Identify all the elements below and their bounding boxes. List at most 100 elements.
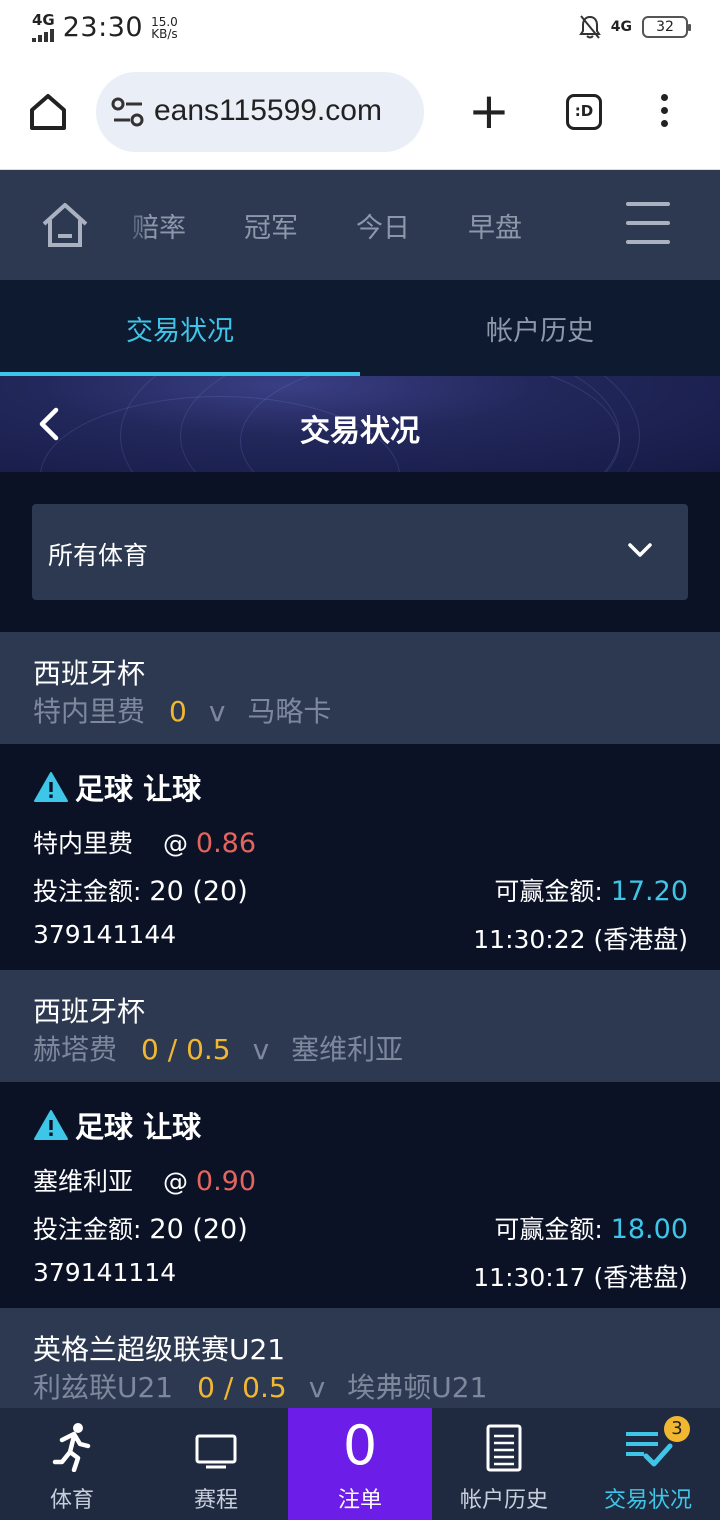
tab-trade-status[interactable]: 交易状况 [0, 280, 360, 376]
signal-icon [32, 28, 55, 42]
match-line: 利兹联U21 0 / 0.5 v 埃弗顿U21 [33, 1366, 487, 1406]
address-bar[interactable]: eans115599.com [96, 72, 424, 152]
bet-time: 11:30:22 (香港盘) [473, 925, 688, 954]
bet-time: 11:30:17 (香港盘) [473, 1263, 688, 1292]
versus: v [252, 1033, 270, 1066]
bet-match-header: 西班牙杯 特内里费 0 v 马略卡 [0, 632, 720, 744]
network-type: 4G [32, 11, 55, 29]
runner-icon [52, 1423, 91, 1472]
match-line: 特内里费 0 v 马略卡 [33, 690, 331, 730]
bottom-nav-sports-label: 体育 [49, 1488, 94, 1513]
potential-win: 可赢金额: 17.20 [494, 872, 688, 908]
away-team: 塞维利亚 [291, 1033, 404, 1066]
at-sign: @ [162, 1167, 188, 1196]
new-tab-button[interactable]: + [468, 86, 510, 136]
bet-type-label: 足球 让球 [75, 772, 202, 806]
warning-icon [34, 1110, 68, 1140]
site-nav: 赔率 冠军 今日 早盘 [0, 170, 720, 280]
bet-type: 足球 让球 [33, 1104, 201, 1146]
league-name: 英格兰超级联赛U21 [33, 1333, 286, 1366]
stake-label: 投注金额: [33, 1215, 142, 1244]
hamburger-menu-icon[interactable] [626, 202, 670, 246]
odds: 0.90 [195, 1166, 257, 1197]
bottom-nav: 体育 赛程 0 注单 帐户历史 3 交易状况 [0, 1408, 720, 1520]
network-type-right: 4G [610, 19, 632, 35]
league-name: 西班牙杯 [33, 657, 146, 690]
battery-level: 32 [656, 19, 674, 35]
home-icon[interactable] [26, 90, 70, 134]
bet-slip-count: 0 [342, 1414, 378, 1477]
browser-toolbar: eans115599.com + :D [0, 58, 720, 170]
site-settings-icon[interactable] [110, 96, 146, 128]
bet-id: 379141144 [33, 920, 177, 949]
document-list-icon [486, 1424, 522, 1472]
clock: 23:30 [62, 12, 144, 43]
page-header: 交易状况 [0, 376, 720, 472]
tab-bar: 交易状况 帐户历史 [0, 280, 720, 376]
win-label: 可赢金额: [494, 877, 603, 906]
home-team: 赫塔费 [33, 1033, 118, 1066]
stake: 投注金额: 20 (20) [33, 872, 248, 908]
nav-early[interactable]: 早盘 [466, 206, 578, 245]
handicap: 0 / 0.5 [197, 1371, 287, 1404]
bottom-nav-trade-status[interactable]: 3 交易状况 [576, 1408, 720, 1520]
battery-icon: 32 [642, 16, 691, 38]
trade-status-badge: 3 [664, 1416, 690, 1442]
potential-win: 可赢金额: 18.00 [494, 1210, 688, 1246]
bottom-nav-sports[interactable]: 体育 [0, 1408, 144, 1520]
bet-detail: 足球 让球 特内里费 @ 0.86 投注金额: 20 (20) 可赢金额: 17… [0, 744, 720, 970]
nav-fade [120, 170, 150, 280]
league-name: 西班牙杯 [33, 995, 146, 1028]
bet-id: 379141114 [33, 1258, 177, 1287]
bottom-nav-account-history[interactable]: 帐户历史 [432, 1408, 576, 1520]
warning-icon [34, 772, 68, 802]
bottom-nav-history-label: 帐户历史 [459, 1488, 548, 1513]
nav-today[interactable]: 今日 [354, 206, 466, 245]
bottom-nav-schedule-label: 赛程 [193, 1488, 238, 1513]
handicap: 0 / 0.5 [141, 1033, 231, 1066]
tab-account-history[interactable]: 帐户历史 [360, 280, 720, 376]
selection: 塞维利亚 @ 0.90 [33, 1162, 256, 1198]
bet-type-label: 足球 让球 [75, 1110, 202, 1144]
chevron-down-icon [628, 543, 652, 557]
stake-label: 投注金额: [33, 877, 142, 906]
bottom-nav-status-label: 交易状况 [603, 1488, 692, 1513]
bottom-nav-bet-slip[interactable]: 0 注单 [288, 1408, 432, 1520]
selection: 特内里费 @ 0.86 [33, 824, 256, 860]
net-speed-value: 15.0 [151, 14, 178, 29]
sport-filter-value: 所有体育 [48, 541, 149, 570]
stake-value: 20 (20) [149, 876, 248, 907]
site-home-icon[interactable] [40, 200, 90, 250]
net-speed-unit: KB/s [151, 26, 178, 41]
stake: 投注金额: 20 (20) [33, 1210, 248, 1246]
away-team: 埃弗顿U21 [347, 1371, 488, 1404]
at-sign: @ [162, 829, 188, 858]
win-label: 可赢金额: [494, 1215, 603, 1244]
bell-off-icon [578, 15, 601, 39]
selection-team: 特内里费 [33, 829, 134, 858]
net-speed: 15.0 KB/s [151, 16, 178, 40]
tv-icon [195, 1434, 237, 1469]
nav-outright[interactable]: 冠军 [242, 206, 354, 245]
url-text: eans115599.com [154, 94, 382, 127]
status-bar: 4G 23:30 15.0 KB/s 4G 32 [0, 0, 720, 58]
away-team: 马略卡 [247, 695, 332, 728]
bet-detail: 足球 让球 塞维利亚 @ 0.90 投注金额: 20 (20) 可赢金额: 18… [0, 1082, 720, 1308]
match-line: 赫塔费 0 / 0.5 v 塞维利亚 [33, 1028, 403, 1068]
home-team: 特内里费 [33, 695, 146, 728]
handicap: 0 [169, 695, 187, 728]
sport-filter-select[interactable]: 所有体育 [32, 504, 688, 600]
page-title: 交易状况 [300, 414, 420, 449]
tab-switcher-button[interactable]: :D [566, 94, 602, 130]
bet-list: 西班牙杯 特内里费 0 v 马略卡 足球 让球 特内里费 @ 0.86 投注金额: 2… [0, 632, 720, 1420]
win-value: 17.20 [610, 876, 688, 907]
odds: 0.86 [195, 828, 257, 859]
win-value: 18.00 [610, 1214, 688, 1245]
more-menu-icon[interactable] [652, 94, 676, 134]
versus: v [308, 1371, 326, 1404]
versus: v [208, 695, 226, 728]
bet-match-header: 西班牙杯 赫塔费 0 / 0.5 v 塞维利亚 [0, 970, 720, 1082]
selection-team: 塞维利亚 [33, 1167, 134, 1196]
bottom-nav-schedule[interactable]: 赛程 [144, 1408, 288, 1520]
bet-type: 足球 让球 [33, 766, 201, 808]
